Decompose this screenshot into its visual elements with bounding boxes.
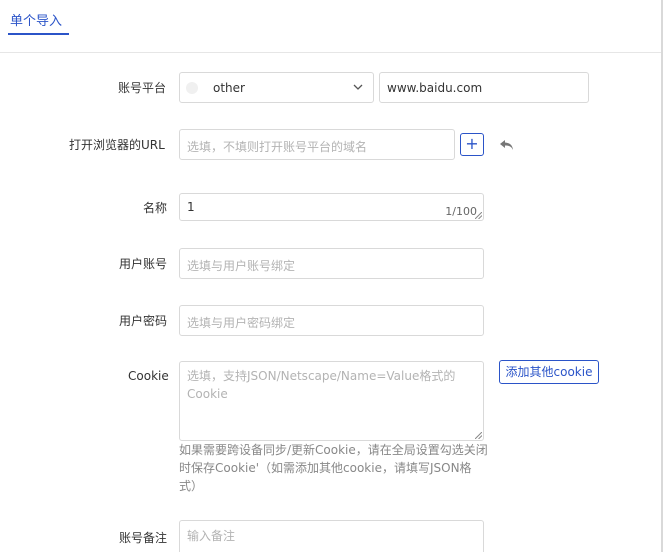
username-input[interactable]: 选填与用户账号绑定 — [179, 248, 484, 279]
resize-handle-icon[interactable] — [475, 212, 482, 219]
platform-select[interactable]: other — [179, 72, 374, 103]
platform-url-input[interactable]: www.baidu.com — [379, 72, 589, 103]
platform-url-value: www.baidu.com — [387, 81, 483, 95]
name-char-counter: 1/100 — [445, 205, 477, 218]
cookie-hint: 如果需要跨设备同步/更新Cookie，请在全局设置勾选关闭时保存Cookie'（… — [179, 443, 488, 493]
username-placeholder: 选填与用户账号绑定 — [187, 259, 296, 273]
undo-icon[interactable] — [499, 138, 515, 152]
add-other-cookie-button[interactable]: 添加其他cookie — [499, 360, 599, 384]
password-input[interactable]: 选填与用户密码绑定 — [179, 305, 484, 336]
remark-placeholder: 输入备注 — [187, 529, 236, 543]
name-textarea[interactable]: 1 1/100 — [179, 193, 484, 221]
cookie-textarea[interactable]: 选填，支持JSON/Netscape/Name=Value格式的Cookie — [179, 361, 484, 441]
open-url-placeholder: 选填，不填则打开账号平台的域名 — [187, 140, 368, 154]
platform-label: 账号平台 — [118, 81, 167, 95]
name-value: 1 — [187, 200, 195, 214]
password-label: 用户密码 — [119, 314, 168, 328]
cookie-placeholder: 选填，支持JSON/Netscape/Name=Value格式的Cookie — [187, 369, 456, 401]
remark-textarea[interactable]: 输入备注 — [179, 520, 484, 552]
resize-handle-icon[interactable] — [475, 432, 482, 439]
remark-label: 账号备注 — [119, 531, 168, 545]
username-label: 用户账号 — [119, 257, 168, 271]
add-url-button[interactable]: + — [460, 133, 484, 156]
open-url-input[interactable]: 选填，不填则打开账号平台的域名 — [179, 129, 455, 160]
open-url-label: 打开浏览器的URL — [69, 138, 165, 152]
password-placeholder: 选填与用户密码绑定 — [187, 316, 296, 330]
chevron-down-icon — [353, 84, 363, 90]
platform-selected-value: other — [213, 81, 245, 95]
tab-active-indicator — [8, 33, 69, 35]
tab-bar: 单个导入 — [0, 0, 663, 53]
platform-icon — [186, 82, 198, 94]
cookie-label: Cookie — [128, 369, 169, 383]
name-label: 名称 — [143, 201, 168, 215]
tab-single-import[interactable]: 单个导入 — [10, 10, 62, 29]
